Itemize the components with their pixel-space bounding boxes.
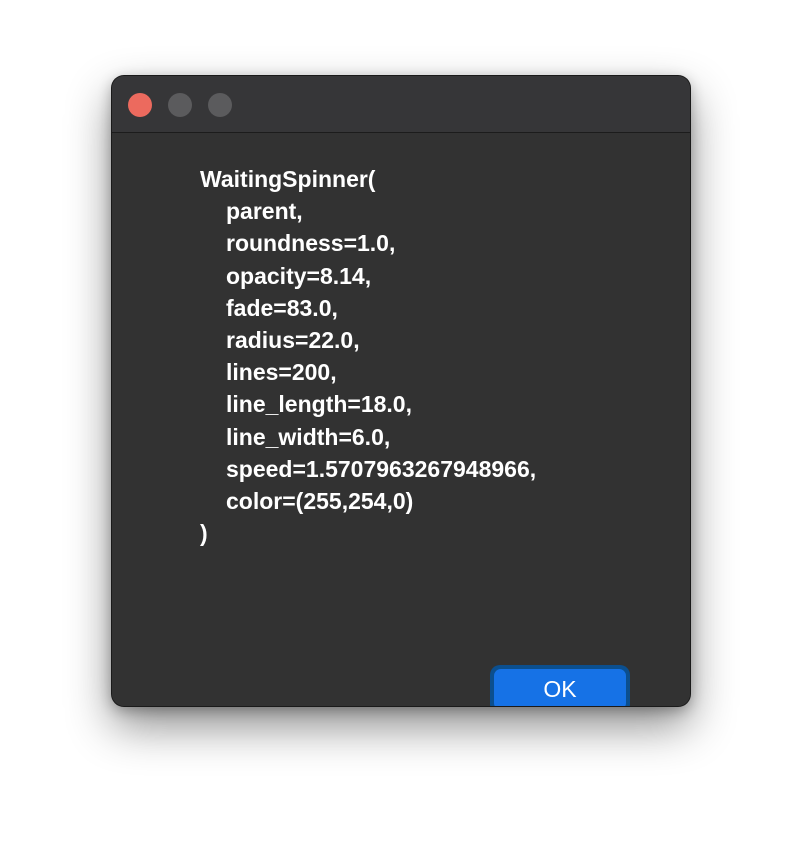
message-line: fade=83.0, (226, 294, 338, 321)
dialog-content: WaitingSpinner( parent, roundness=1.0, o… (112, 133, 690, 706)
minimize-icon[interactable] (168, 93, 192, 117)
close-icon[interactable] (128, 93, 152, 117)
title-bar (112, 76, 690, 133)
message-text: WaitingSpinner( parent, roundness=1.0, o… (200, 163, 536, 549)
message-line: parent, (226, 198, 303, 225)
message-line: ) (200, 520, 208, 547)
message-line: line_length=18.0, (226, 391, 412, 418)
ok-button-label[interactable]: OK (494, 669, 626, 706)
message-line: lines=200, (226, 359, 337, 386)
message-line: roundness=1.0, (226, 230, 396, 257)
message-line: color=(255,254,0) (226, 487, 414, 514)
ok-button[interactable]: OK (490, 665, 630, 706)
message-line: WaitingSpinner( (200, 166, 376, 192)
dialog-window: WaitingSpinner( parent, roundness=1.0, o… (112, 76, 690, 706)
message-line: radius=22.0, (226, 326, 360, 353)
message-line: line_width=6.0, (226, 423, 391, 450)
zoom-icon[interactable] (208, 93, 232, 117)
message-line: speed=1.5707963267948966, (226, 455, 537, 482)
message-line: opacity=8.14, (226, 262, 372, 289)
